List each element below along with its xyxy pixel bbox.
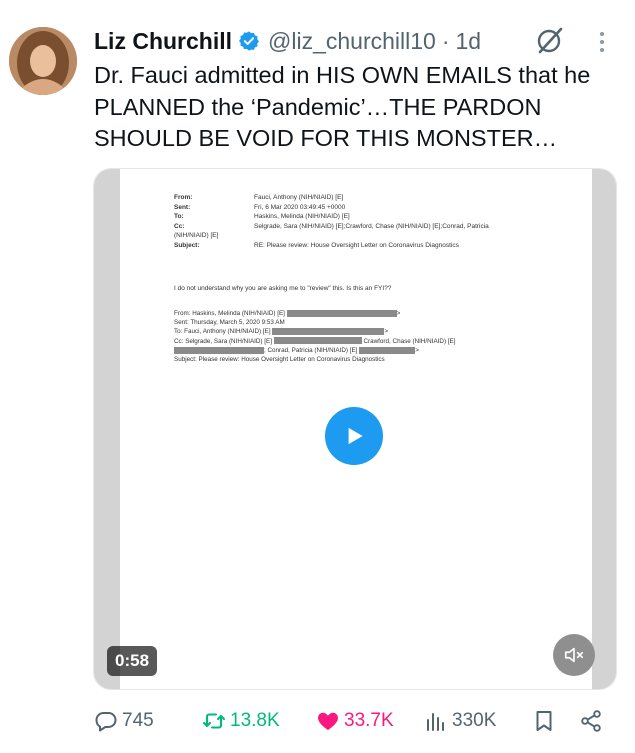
email-header: From: Fauci, Anthony (NIH/NIAID) [E] Sen…: [174, 193, 574, 250]
email-value: Fri, 6 Mar 2020 03:49:45 +0000: [254, 203, 346, 211]
heart-icon: [318, 712, 338, 730]
like-count: 33.7K: [344, 710, 394, 731]
fwd-to: To: Fauci, Anthony (NIH/NIAID) [E] >: [174, 328, 389, 336]
redaction-bar: [359, 346, 416, 354]
avatar[interactable]: [9, 27, 77, 95]
author-name[interactable]: Liz Churchill: [94, 28, 232, 55]
fwd-cc-cont: ; Conrad, Patricia (NIH/NIAID) [E] >: [174, 346, 574, 355]
video-letterbox-right: [590, 169, 616, 689]
verified-badge-icon: [238, 30, 260, 52]
email-value: [254, 231, 574, 241]
email-label: From:: [174, 194, 193, 201]
email-label: Sent:: [174, 203, 191, 211]
redaction-bar: [273, 337, 362, 345]
fwd-cc-text: Cc: Selgrade, Sara (NIH/NIAID) [E]: [174, 337, 272, 345]
email-value: Haskins, Melinda (NIH/NIAID) [E]: [254, 213, 350, 220]
share-icon: [581, 710, 601, 732]
avatar-image: [9, 27, 77, 95]
reply-count: 745: [122, 710, 154, 731]
retweet-icon: [202, 713, 226, 729]
mute-icon: [564, 647, 584, 663]
like-button[interactable]: 33.7K: [316, 705, 394, 737]
redaction-bar: [174, 346, 264, 354]
bookmark-button[interactable]: [532, 705, 556, 737]
redaction-bar: [272, 328, 385, 336]
mute-button[interactable]: [553, 634, 595, 676]
email-value: Fauci, Anthony (NIH/NIAID) [E]: [254, 194, 344, 201]
fwd-subject: Subject: Please review: House Oversight …: [174, 356, 385, 364]
action-bar: 745 13.8K 33.7K 330K: [94, 705, 614, 737]
view-count: 330K: [452, 710, 497, 731]
tweet-time[interactable]: 1d: [455, 28, 481, 55]
fwd-from-text: From: Haskins, Melinda (NIH/NIAID) [E]: [174, 310, 285, 317]
bookmark-icon: [536, 711, 552, 731]
email-label: To:: [174, 213, 184, 220]
email-row-subject: Subject: RE: Please review: House Oversi…: [174, 241, 574, 251]
separator-dot: ·: [441, 27, 450, 54]
reply-button[interactable]: 745: [94, 705, 154, 737]
video-duration: 0:58: [107, 646, 158, 676]
views-icon: [427, 713, 444, 731]
forwarded-email: From: Haskins, Melinda (NIH/NIAID) [E] >…: [174, 309, 574, 364]
email-value: Selgrade, Sara (NIH/NIAID) [E];Crawford,…: [254, 222, 489, 230]
author-handle[interactable]: @liz_churchill10: [268, 28, 436, 55]
fwd-cc: Cc: Selgrade, Sara (NIH/NIAID) [E] Crawf…: [174, 337, 574, 346]
retweet-count: 13.8K: [230, 710, 280, 731]
tweet-text: Dr. Fauci admitted in HIS OWN EMAILS tha…: [94, 62, 591, 151]
share-button[interactable]: [579, 705, 603, 737]
play-icon: [348, 427, 363, 445]
video-letterbox-left: [94, 169, 120, 689]
fwd-to-text: To: Fauci, Anthony (NIH/NIAID) [E]: [174, 328, 271, 336]
reply-icon: [95, 712, 117, 732]
email-row-cc: Cc: Selgrade, Sara (NIH/NIAID) [E];Crawf…: [174, 222, 574, 232]
video-player[interactable]: From: Fauci, Anthony (NIH/NIAID) [E] Sen…: [93, 168, 617, 690]
fwd-from: From: Haskins, Melinda (NIH/NIAID) [E] >: [174, 309, 401, 317]
email-label: Subject:: [174, 241, 200, 249]
email-label: (NIH/NIAID) [E]: [174, 232, 219, 239]
email-label: Cc:: [174, 222, 185, 230]
grok-icon[interactable]: [535, 25, 565, 55]
email-row-to: To: Haskins, Melinda (NIH/NIAID) [E]: [174, 212, 574, 222]
email-row-cc-cont: (NIH/NIAID) [E]: [174, 231, 574, 241]
tweet-header: Liz Churchill @liz_churchill10 · 1d: [94, 24, 481, 58]
fwd-cc-conrad: ; Conrad, Patricia (NIH/NIAID) [E]: [264, 346, 358, 354]
views-button[interactable]: 330K: [424, 705, 496, 737]
email-row-sent: Sent: Fri, 6 Mar 2020 03:49:45 +0000: [174, 203, 574, 213]
email-body: I do not understand why you are asking m…: [174, 285, 392, 292]
play-button[interactable]: [325, 407, 383, 465]
more-vertical-icon[interactable]: [592, 30, 612, 54]
redaction-bar: [286, 309, 397, 317]
email-value: RE: Please review: House Oversight Lette…: [254, 241, 459, 249]
tweet-card[interactable]: Liz Churchill @liz_churchill10 · 1d Dr. …: [0, 0, 635, 753]
fwd-sent: Sent: Thursday, March 5, 2020 9:53 AM: [174, 319, 285, 327]
fwd-cc-crawford: Crawford, Chase (NIH/NIAID) [E]: [363, 337, 456, 345]
retweet-button[interactable]: 13.8K: [202, 705, 280, 737]
email-row-from: From: Fauci, Anthony (NIH/NIAID) [E]: [174, 193, 574, 203]
